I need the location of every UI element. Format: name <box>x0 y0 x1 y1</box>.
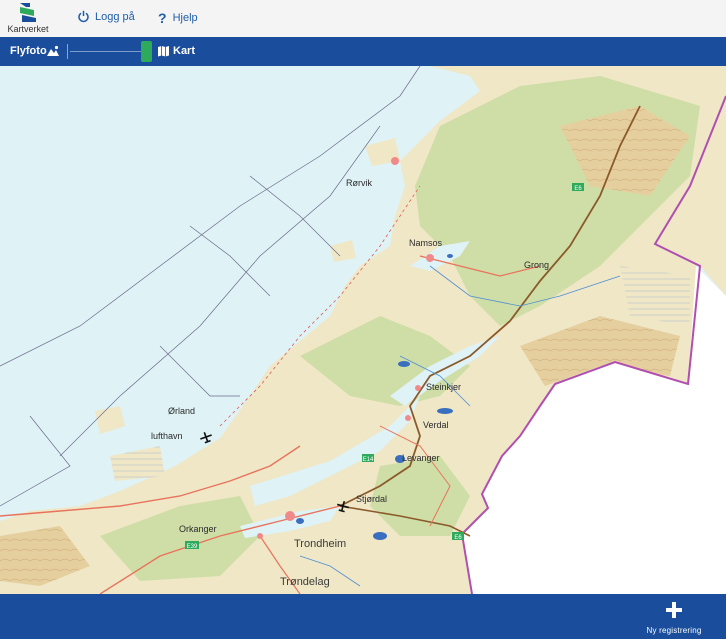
new-registration-button[interactable]: Ny registrering <box>631 600 717 636</box>
toolbar-divider <box>67 44 68 59</box>
svg-text:E39: E39 <box>187 544 198 550</box>
kartverket-logo[interactable]: Kartverket <box>4 1 50 35</box>
place-label-verdal: Verdal <box>423 420 449 430</box>
kart-label[interactable]: Kart <box>173 45 195 57</box>
kartverket-logo-mark <box>20 3 36 22</box>
login-link[interactable]: Logg på <box>77 10 135 23</box>
place-label-trondelag: Trøndelag <box>280 576 330 588</box>
aerial-photo-icon <box>46 44 60 62</box>
svg-text:E6: E6 <box>454 535 462 541</box>
flyfoto-label[interactable]: Flyfoto <box>10 45 47 57</box>
svg-text:E14: E14 <box>363 457 374 463</box>
place-label-levanger: Levanger <box>402 453 440 463</box>
top-header: Kartverket Logg på ? Hjelp <box>0 0 726 38</box>
place-label-orland: Ørland <box>168 406 196 416</box>
logo-text: Kartverket <box>7 24 49 34</box>
road-shield-e6-south: E6 <box>452 532 464 541</box>
svg-text:E6: E6 <box>574 186 582 192</box>
help-label: Hjelp <box>172 12 198 24</box>
place-label-lufthavn: lufthavn <box>151 431 183 441</box>
topographic-map: E6 E14 E39 E6 <box>0 66 726 594</box>
place-label-steinkjer: Steinkjer <box>426 382 462 392</box>
place-label-stjordal: Stjørdal <box>356 494 388 504</box>
help-link[interactable]: ? Hjelp <box>158 10 198 26</box>
question-icon: ? <box>158 10 167 26</box>
login-label: Logg på <box>95 10 135 23</box>
plus-icon <box>666 602 682 623</box>
place-label-namsos: Namsos <box>409 238 443 248</box>
basemap-toolbar: Flyfoto Kart <box>0 37 726 66</box>
place-label-rorvik: Rørvik <box>346 178 372 188</box>
basemap-slider-handle[interactable] <box>141 41 152 62</box>
place-label-orkanger: Orkanger <box>179 524 217 534</box>
map-canvas[interactable]: E6 E14 E39 E6 Rørvik Namsos Grong Steink… <box>0 66 726 594</box>
map-book-icon <box>157 44 170 62</box>
bottom-toolbar: Ny registrering <box>0 594 726 639</box>
basemap-slider-track[interactable] <box>70 51 150 52</box>
road-shield-e14: E14 <box>362 454 374 463</box>
place-label-trondheim: Trondheim <box>294 538 347 550</box>
new-registration-label: Ny registrering <box>646 626 702 635</box>
road-shield-e6-north: E6 <box>572 183 584 192</box>
power-icon <box>77 10 90 23</box>
place-label-grong: Grong <box>524 260 550 270</box>
road-shield-e39: E39 <box>185 541 199 550</box>
